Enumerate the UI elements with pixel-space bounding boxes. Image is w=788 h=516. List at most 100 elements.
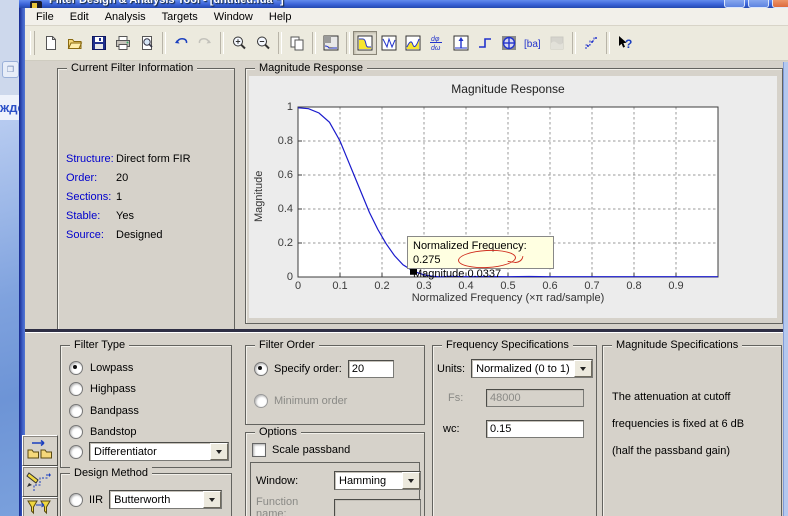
magnitude-specs-title: Magnitude Specifications bbox=[612, 339, 743, 351]
filter-order-title: Filter Order bbox=[255, 339, 319, 351]
menu-edit[interactable]: Edit bbox=[62, 9, 97, 25]
section-divider bbox=[25, 329, 783, 333]
y-tick-label: 0.2 bbox=[277, 237, 293, 249]
minimum-order-label: Minimum order bbox=[274, 395, 348, 407]
sos-view-icon[interactable] bbox=[579, 31, 603, 55]
units-dropdown[interactable]: Normalized (0 to 1) bbox=[471, 359, 594, 378]
x-tick-label: 0.1 bbox=[332, 280, 348, 292]
background-restore-icon[interactable]: ❐ bbox=[2, 61, 19, 78]
zoom-in-icon[interactable] bbox=[227, 31, 251, 55]
sidebar-button-import-filter[interactable] bbox=[22, 435, 58, 466]
specify-order-input[interactable] bbox=[347, 360, 394, 378]
window-title: Filter Design & Analysis Tool - [untitle… bbox=[49, 0, 284, 6]
menu-help[interactable]: Help bbox=[261, 9, 300, 25]
phase-delay-icon[interactable]: dφ dω bbox=[425, 31, 449, 55]
phase-response-icon[interactable] bbox=[377, 31, 401, 55]
design-method-title: Design Method bbox=[70, 467, 152, 479]
wc-label: wc: bbox=[443, 423, 460, 435]
x-axis-ticks: 0 0.1 0.2 0.3 0.4 0.5 0.6 0.7 0.8 0.9 bbox=[277, 280, 697, 292]
menu-analysis[interactable]: Analysis bbox=[97, 9, 154, 25]
iir-row: IIR Butterworth bbox=[69, 490, 223, 509]
radio-button[interactable] bbox=[69, 403, 83, 418]
magnitude-response-figure: Magnitude Response Magnitude Normalized … bbox=[249, 76, 777, 318]
filter-type-option[interactable]: Highpass bbox=[69, 379, 139, 401]
save-icon[interactable] bbox=[87, 31, 111, 55]
minimum-order-radio[interactable] bbox=[254, 394, 268, 408]
x-tick-label: 0.2 bbox=[374, 280, 390, 292]
zoom-out-icon[interactable] bbox=[251, 31, 275, 55]
window-options-box: Window: Hamming Function name: bbox=[250, 462, 421, 516]
magnitude-response-icon[interactable] bbox=[353, 31, 377, 55]
magnitude-specs-text: The attenuation at cutoff frequencies is … bbox=[612, 384, 744, 465]
group-delay-icon[interactable] bbox=[401, 31, 425, 55]
filter-type-title: Filter Type bbox=[70, 339, 130, 351]
window-dropdown[interactable]: Hamming bbox=[334, 471, 421, 490]
toolbar-grip[interactable] bbox=[30, 31, 35, 55]
radio-button[interactable] bbox=[69, 360, 83, 375]
design-method-panel: Design Method IIR Butterworth bbox=[60, 467, 232, 516]
fs-input[interactable] bbox=[486, 389, 584, 407]
y-axis-ticks: 1 0.8 0.6 0.4 0.2 0 bbox=[261, 90, 293, 294]
coefficients-icon[interactable]: [ba] bbox=[521, 31, 545, 55]
menu-bar: File Edit Analysis Targets Window Help bbox=[25, 8, 788, 26]
window-label: Window: bbox=[256, 474, 299, 487]
wc-input[interactable] bbox=[486, 420, 584, 438]
options-title: Options bbox=[255, 426, 301, 438]
sidebar-button-pole-zero-editor[interactable] bbox=[22, 466, 58, 497]
x-tick-label: 0.7 bbox=[584, 280, 600, 292]
specify-order-label: Specify order: bbox=[274, 363, 342, 375]
magnitude-specs-panel: Magnitude Specifications The attenuation… bbox=[602, 339, 782, 516]
units-row: Units: Normalized (0 to 1) bbox=[437, 359, 594, 378]
close-button[interactable] bbox=[772, 0, 788, 8]
impulse-response-icon[interactable] bbox=[449, 31, 473, 55]
special-filter-radio[interactable] bbox=[69, 444, 83, 459]
specify-order-radio[interactable] bbox=[254, 362, 268, 376]
sidebar-button-design-filter[interactable] bbox=[22, 497, 58, 516]
step-response-icon[interactable] bbox=[473, 31, 497, 55]
iir-radio[interactable] bbox=[69, 492, 83, 507]
minimize-button[interactable] bbox=[724, 0, 745, 8]
filter-info-row: Stable: Yes bbox=[66, 210, 134, 222]
filter-info-row: Structure: Direct form FIR bbox=[66, 153, 191, 165]
x-tick-label: 0.8 bbox=[626, 280, 642, 292]
copy-icon[interactable] bbox=[285, 31, 309, 55]
maximize-button[interactable] bbox=[748, 0, 769, 8]
current-filter-info-panel: Current Filter Information Structure: Di… bbox=[57, 62, 235, 331]
menu-window[interactable]: Window bbox=[206, 9, 261, 25]
open-file-icon[interactable] bbox=[63, 31, 87, 55]
function-name-label: Function name: bbox=[256, 496, 299, 516]
filter-type-special-row: Differentiator bbox=[69, 442, 229, 461]
pole-zero-icon[interactable] bbox=[497, 31, 521, 55]
data-tip[interactable]: Normalized Frequency: 0.275 Magnitude 0.… bbox=[407, 236, 554, 280]
print-icon[interactable] bbox=[111, 31, 135, 55]
menu-file[interactable]: File bbox=[28, 9, 62, 25]
frequency-specs-title: Frequency Specifications bbox=[442, 339, 573, 351]
radio-button[interactable] bbox=[69, 425, 83, 440]
current-filter-info-title: Current Filter Information bbox=[67, 62, 198, 74]
scale-passband-checkbox[interactable] bbox=[252, 443, 266, 457]
function-name-input[interactable] bbox=[334, 499, 421, 516]
filter-design-icon[interactable] bbox=[319, 31, 343, 55]
iir-method-dropdown[interactable]: Butterworth bbox=[109, 490, 223, 509]
menu-targets[interactable]: Targets bbox=[154, 9, 206, 25]
x-axis-label: Normalized Frequency (×π rad/sample) bbox=[411, 292, 605, 304]
units-label: Units: bbox=[437, 362, 466, 375]
radio-button[interactable] bbox=[69, 382, 83, 397]
window-right-border bbox=[783, 62, 788, 516]
filter-type-option[interactable]: Bandstop bbox=[69, 422, 139, 444]
print-preview-icon[interactable] bbox=[135, 31, 159, 55]
dropdown-arrow-icon bbox=[574, 360, 593, 377]
filter-type-option[interactable]: Bandpass bbox=[69, 400, 139, 422]
title-bar[interactable]: Filter Design & Analysis Tool - [untitle… bbox=[19, 0, 788, 8]
filter-info-icon[interactable] bbox=[545, 31, 569, 55]
y-tick-label: 0.4 bbox=[277, 203, 293, 215]
undo-icon[interactable] bbox=[169, 31, 193, 55]
fdatool-screen: ❐ жде Filter Design & Analysis Tool - [u… bbox=[0, 0, 788, 516]
redo-icon[interactable] bbox=[193, 31, 217, 55]
filter-type-option[interactable]: Lowpass bbox=[69, 357, 139, 379]
svg-text:dφ: dφ bbox=[431, 36, 440, 43]
help-icon[interactable]: ? bbox=[613, 31, 637, 55]
new-file-icon[interactable] bbox=[39, 31, 63, 55]
x-tick-label: 0.3 bbox=[416, 280, 432, 292]
special-filter-dropdown[interactable]: Differentiator bbox=[89, 442, 229, 461]
